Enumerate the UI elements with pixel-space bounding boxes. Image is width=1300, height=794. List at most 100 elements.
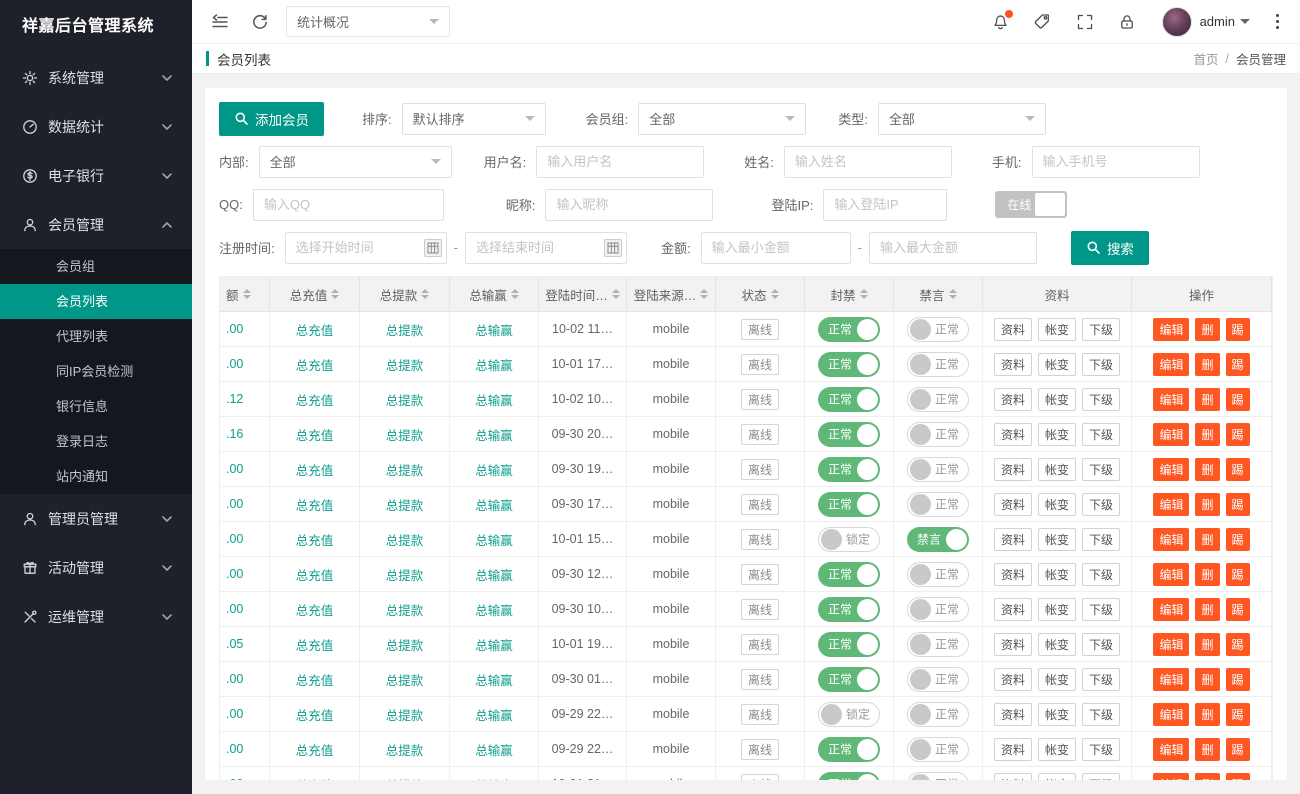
recharge-link[interactable]: 总充值 xyxy=(296,320,334,339)
winlose-link[interactable]: 总输赢 xyxy=(475,530,513,549)
withdraw-link[interactable]: 总提款 xyxy=(386,670,424,689)
recharge-link[interactable]: 总充值 xyxy=(296,740,334,759)
add-member-button[interactable]: 添加会员 xyxy=(219,102,324,136)
edit-button[interactable]: 编辑 xyxy=(1153,668,1189,691)
ban-toggle[interactable]: 正常 xyxy=(818,387,880,412)
subordinate-button[interactable]: 下级 xyxy=(1082,773,1120,781)
edit-button[interactable]: 编辑 xyxy=(1153,353,1189,376)
sidebar-item-activities[interactable]: 活动管理 xyxy=(0,543,192,592)
recharge-link[interactable]: 总充值 xyxy=(296,600,334,619)
kick-button[interactable]: 踢 xyxy=(1226,493,1250,516)
ban-toggle[interactable]: 正常 xyxy=(818,352,880,377)
ban-toggle[interactable]: 正常 xyxy=(818,492,880,517)
kick-button[interactable]: 踢 xyxy=(1226,388,1250,411)
subordinate-button[interactable]: 下级 xyxy=(1082,703,1120,726)
withdraw-link[interactable]: 总提款 xyxy=(386,320,424,339)
username-input[interactable] xyxy=(536,146,704,178)
winlose-link[interactable]: 总输赢 xyxy=(475,775,513,781)
subordinate-button[interactable]: 下级 xyxy=(1082,668,1120,691)
winlose-link[interactable]: 总输赢 xyxy=(475,495,513,514)
delete-button[interactable]: 删 xyxy=(1195,738,1219,761)
sidebar-item-admins[interactable]: 管理员管理 xyxy=(0,494,192,543)
kick-button[interactable]: 踢 xyxy=(1226,738,1250,761)
delete-button[interactable]: 删 xyxy=(1195,563,1219,586)
mute-toggle[interactable]: 禁言 xyxy=(907,527,969,552)
withdraw-link[interactable]: 总提款 xyxy=(386,635,424,654)
phone-input[interactable] xyxy=(1032,146,1200,178)
edit-button[interactable]: 编辑 xyxy=(1153,633,1189,656)
subordinate-button[interactable]: 下级 xyxy=(1082,738,1120,761)
profile-button[interactable]: 资料 xyxy=(994,493,1032,516)
edit-button[interactable]: 编辑 xyxy=(1153,423,1189,446)
recharge-link[interactable]: 总充值 xyxy=(296,390,334,409)
delete-button[interactable]: 删 xyxy=(1195,353,1219,376)
online-filter-toggle[interactable]: 在线 xyxy=(995,191,1067,218)
ban-toggle[interactable]: 正常 xyxy=(818,737,880,762)
end-date-input[interactable] xyxy=(465,232,627,264)
delete-button[interactable]: 删 xyxy=(1195,388,1219,411)
withdraw-link[interactable]: 总提款 xyxy=(386,425,424,444)
avatar[interactable] xyxy=(1162,7,1192,37)
profile-button[interactable]: 资料 xyxy=(994,388,1032,411)
account-change-button[interactable]: 帐变 xyxy=(1038,563,1076,586)
withdraw-link[interactable]: 总提款 xyxy=(386,775,424,781)
ban-toggle[interactable]: 正常 xyxy=(818,667,880,692)
ban-toggle[interactable]: 正常 xyxy=(818,632,880,657)
account-change-button[interactable]: 帐变 xyxy=(1038,353,1076,376)
user-menu[interactable]: admin xyxy=(1200,14,1250,29)
max-amount-input[interactable] xyxy=(869,232,1037,264)
winlose-link[interactable]: 总输赢 xyxy=(475,635,513,654)
mute-toggle[interactable]: 正常 xyxy=(907,667,969,692)
sidebar-item-statistics[interactable]: 数据统计 xyxy=(0,102,192,151)
mute-toggle[interactable]: 正常 xyxy=(907,772,969,781)
account-change-button[interactable]: 帐变 xyxy=(1038,458,1076,481)
delete-button[interactable]: 删 xyxy=(1195,773,1219,781)
withdraw-link[interactable]: 总提款 xyxy=(386,740,424,759)
recharge-link[interactable]: 总充值 xyxy=(296,530,334,549)
recharge-link[interactable]: 总充值 xyxy=(296,355,334,374)
kick-button[interactable]: 踢 xyxy=(1226,773,1250,781)
account-change-button[interactable]: 帐变 xyxy=(1038,598,1076,621)
delete-button[interactable]: 删 xyxy=(1195,633,1219,656)
profile-button[interactable]: 资料 xyxy=(994,773,1032,781)
sidebar-item-ops[interactable]: 运维管理 xyxy=(0,592,192,641)
kick-button[interactable]: 踢 xyxy=(1226,598,1250,621)
recharge-link[interactable]: 总充值 xyxy=(296,425,334,444)
profile-button[interactable]: 资料 xyxy=(994,353,1032,376)
delete-button[interactable]: 删 xyxy=(1195,703,1219,726)
winlose-link[interactable]: 总输赢 xyxy=(475,390,513,409)
recharge-link[interactable]: 总充值 xyxy=(296,670,334,689)
ban-toggle[interactable]: 正常 xyxy=(818,562,880,587)
sidebar-item-members[interactable]: 会员管理 xyxy=(0,200,192,249)
kick-button[interactable]: 踢 xyxy=(1226,528,1250,551)
mute-toggle[interactable]: 正常 xyxy=(907,317,969,342)
sidebar-subitem-login-log[interactable]: 登录日志 xyxy=(0,424,192,459)
profile-button[interactable]: 资料 xyxy=(994,703,1032,726)
lock-icon[interactable] xyxy=(1114,9,1140,35)
delete-button[interactable]: 删 xyxy=(1195,668,1219,691)
min-amount-input[interactable] xyxy=(701,232,851,264)
delete-button[interactable]: 删 xyxy=(1195,423,1219,446)
edit-button[interactable]: 编辑 xyxy=(1153,563,1189,586)
withdraw-link[interactable]: 总提款 xyxy=(386,495,424,514)
sidebar-subitem-member-group[interactable]: 会员组 xyxy=(0,249,192,284)
winlose-link[interactable]: 总输赢 xyxy=(475,460,513,479)
kick-button[interactable]: 踢 xyxy=(1226,633,1250,656)
ban-toggle[interactable]: 正常 xyxy=(818,597,880,622)
edit-button[interactable]: 编辑 xyxy=(1153,388,1189,411)
mute-toggle[interactable]: 正常 xyxy=(907,457,969,482)
edit-button[interactable]: 编辑 xyxy=(1153,318,1189,341)
mute-toggle[interactable]: 正常 xyxy=(907,492,969,517)
account-change-button[interactable]: 帐变 xyxy=(1038,703,1076,726)
profile-button[interactable]: 资料 xyxy=(994,563,1032,586)
subordinate-button[interactable]: 下级 xyxy=(1082,458,1120,481)
sort-select[interactable]: 默认排序 xyxy=(402,103,546,135)
subordinate-button[interactable]: 下级 xyxy=(1082,633,1120,656)
edit-button[interactable]: 编辑 xyxy=(1153,528,1189,551)
qq-input[interactable] xyxy=(253,189,444,221)
kick-button[interactable]: 踢 xyxy=(1226,703,1250,726)
edit-button[interactable]: 编辑 xyxy=(1153,493,1189,516)
ban-toggle[interactable]: 正常 xyxy=(818,772,880,781)
subordinate-button[interactable]: 下级 xyxy=(1082,528,1120,551)
subordinate-button[interactable]: 下级 xyxy=(1082,318,1120,341)
